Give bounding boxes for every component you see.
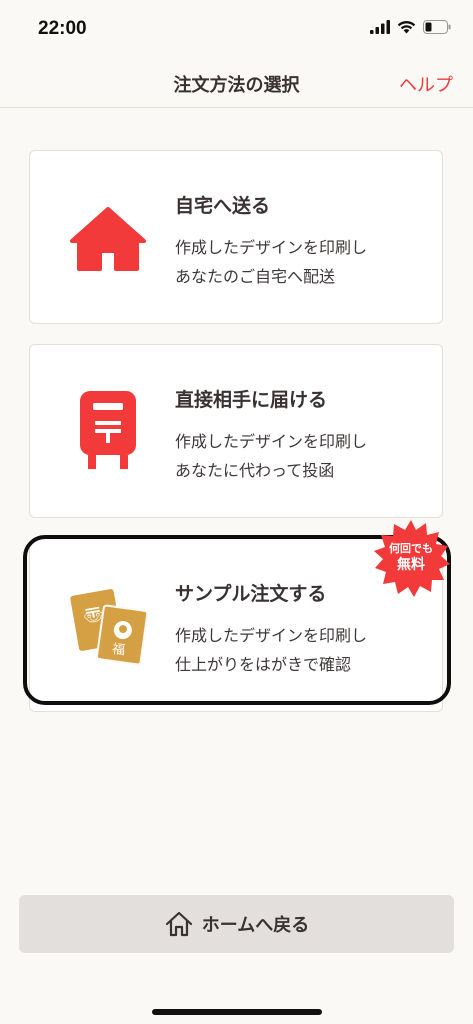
- option-description-line: 作成したデザインを印刷し: [175, 238, 368, 257]
- option-description: 作成したデザインを印刷し あなたのご自宅へ配送: [175, 233, 435, 291]
- free-badge: 何回でも 無料: [370, 541, 452, 574]
- wifi-icon: [397, 20, 416, 34]
- postcards-icon: 〠 福: [70, 589, 148, 666]
- option-description: 作成したデザインを印刷し あなたに代わって投函: [175, 427, 435, 485]
- back-to-home-button[interactable]: ホームへ戻る: [19, 895, 454, 953]
- nav-bar: 注文方法の選択 ヘルプ: [0, 58, 473, 108]
- option-description-line: 作成したデザインを印刷し: [175, 432, 368, 451]
- home-outline-icon: [165, 911, 192, 937]
- option-description-line: 作成したデザインを印刷し: [175, 626, 368, 645]
- help-link[interactable]: ヘルプ: [399, 71, 453, 97]
- signal-icon: [370, 20, 390, 34]
- battery-icon: [423, 20, 451, 34]
- option-description-line: あなたのご自宅へ配送: [175, 267, 336, 286]
- option-title: 直接相手に届ける: [175, 389, 328, 411]
- house-icon: [70, 207, 146, 271]
- status-bar: 22:00: [0, 0, 473, 58]
- option-description-line: あなたに代わって投函: [175, 461, 335, 480]
- free-badge-line1: 何回でも: [389, 542, 433, 555]
- free-badge-line2: 無料: [397, 557, 425, 573]
- option-description: 作成したデザインを印刷し 仕上がりをはがきで確認: [175, 621, 435, 679]
- option-title: 自宅へ送る: [175, 195, 271, 217]
- status-time: 22:00: [38, 18, 87, 39]
- home-indicator[interactable]: [152, 1009, 322, 1015]
- mailbox-icon: [80, 391, 136, 469]
- svg-text:福: 福: [111, 642, 126, 659]
- option-description-line: 仕上がりをはがきで確認: [175, 655, 352, 674]
- status-icons: [370, 20, 451, 34]
- back-to-home-label: ホームへ戻る: [201, 915, 310, 936]
- option-card-home-delivery[interactable]: 自宅へ送る 作成したデザインを印刷し あなたのご自宅へ配送: [29, 150, 443, 324]
- option-title: サンプル注文する: [175, 583, 327, 605]
- option-card-direct-mail[interactable]: 直接相手に届ける 作成したデザインを印刷し あなたに代わって投函: [29, 344, 443, 518]
